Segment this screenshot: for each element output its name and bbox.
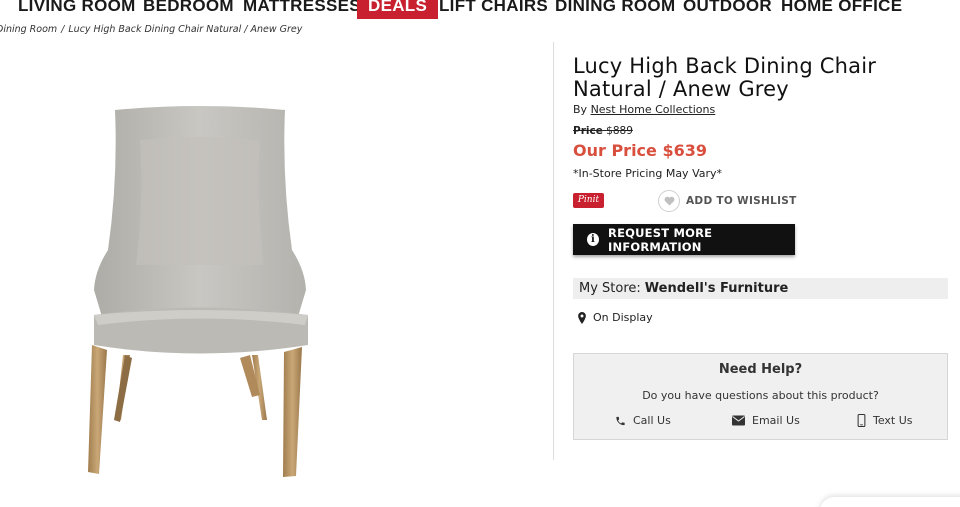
brand-byline: By Nest Home Collections <box>573 103 715 116</box>
nav-outdoor[interactable]: OUTDOOR <box>683 0 772 19</box>
info-icon: i <box>587 233 600 246</box>
my-store-label: My Store: <box>579 281 641 296</box>
call-us-link[interactable]: Call Us <box>615 414 671 427</box>
help-question: Do you have questions about this product… <box>642 389 879 402</box>
sale-price: Our Price $639 <box>573 141 707 160</box>
pinterest-pin-button[interactable]: Pinit <box>573 193 604 208</box>
instore-pricing-note: *In-Store Pricing May Vary* <box>573 167 723 180</box>
map-pin-icon <box>578 311 586 324</box>
email-us-label: Email Us <box>752 414 800 427</box>
text-us-label: Text Us <box>873 414 913 427</box>
help-title: Need Help? <box>718 362 803 377</box>
breadcrumb-separator: / <box>61 24 65 35</box>
envelope-icon <box>732 415 745 426</box>
mobile-phone-icon <box>857 414 866 427</box>
call-us-label: Call Us <box>633 414 671 427</box>
original-price-label: Price <box>573 125 603 137</box>
add-to-wishlist-button[interactable]: ADD TO WISHLIST <box>686 195 797 207</box>
nav-deals[interactable]: DEALS <box>357 0 439 19</box>
breadcrumb-current: Lucy High Back Dining Chair Natural / An… <box>68 24 303 35</box>
text-us-link[interactable]: Text Us <box>857 414 913 427</box>
breadcrumb: Dining Room / Lucy High Back Dining Chair … <box>0 24 302 35</box>
nav-living-room[interactable]: LIVING ROOM <box>18 0 136 19</box>
my-store-bar[interactable]: My Store: Wendell's Furniture <box>573 278 948 299</box>
product-title: Lucy High Back Dining Chair Natural / An… <box>573 54 877 101</box>
brand-link[interactable]: Nest Home Collections <box>591 103 716 116</box>
availability-text: On Display <box>593 311 653 324</box>
my-store-name[interactable]: Wendell's Furniture <box>645 281 789 296</box>
need-help-box: Need Help? Do you have questions about t… <box>573 353 948 440</box>
product-image[interactable] <box>80 100 320 490</box>
nav-mattresses[interactable]: MATTRESSES <box>243 0 361 19</box>
nav-lift-chairs[interactable]: LIFT CHAIRS <box>439 0 548 19</box>
nav-bedroom[interactable]: BEDROOM <box>143 0 234 19</box>
nav-dining-room[interactable]: DINING ROOM <box>555 0 675 19</box>
heart-icon[interactable] <box>658 190 680 212</box>
top-navigation: LIVING ROOM BEDROOM MATTRESSES DEALS LIF… <box>0 0 960 19</box>
phone-icon <box>616 416 625 425</box>
availability-status: On Display <box>577 311 653 324</box>
breadcrumb-dining-room[interactable]: Dining Room <box>0 24 57 35</box>
request-info-button[interactable]: i REQUEST MORE INFORMATION <box>573 224 795 255</box>
request-info-label: REQUEST MORE INFORMATION <box>608 225 713 254</box>
email-us-link[interactable]: Email Us <box>732 414 800 427</box>
original-price-value: $889 <box>606 125 633 137</box>
original-price: Price $889 <box>573 125 633 137</box>
column-divider <box>553 42 554 460</box>
by-label: By <box>573 103 588 116</box>
nav-home-office[interactable]: HOME OFFICE <box>781 0 902 19</box>
chat-widget-edge[interactable] <box>820 497 960 507</box>
